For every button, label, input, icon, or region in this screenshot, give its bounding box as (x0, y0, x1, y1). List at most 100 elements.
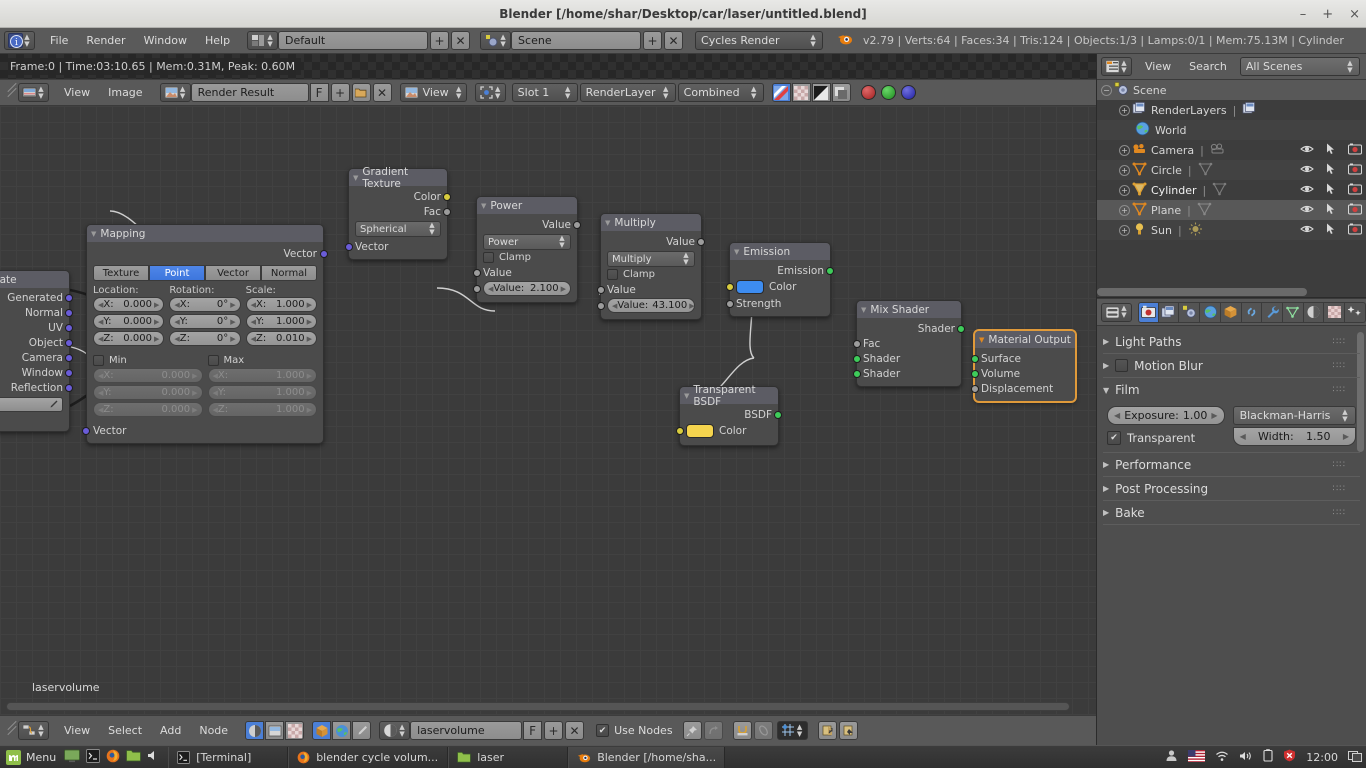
collapse-triangle-icon[interactable]: ▼ (605, 219, 610, 227)
node-mix-shader[interactable]: ▼ Mix Shader Shader Fac Shader Shader (853, 300, 965, 387)
battery-icon[interactable] (1263, 749, 1273, 765)
object-shader-button[interactable] (312, 721, 332, 740)
texture-nodes-button[interactable] (285, 721, 305, 740)
panel-drag-dots[interactable]: ∷∷ (1333, 460, 1346, 470)
socket-object[interactable] (65, 338, 73, 347)
expander-icon[interactable]: + (1119, 164, 1130, 176)
socket-value-in-1[interactable] (473, 268, 481, 277)
node-input-strength[interactable]: Strength (726, 296, 824, 311)
material-browse-selector[interactable]: ▲ ▼ (379, 721, 411, 740)
location-y-field[interactable]: ◀ Y: 0.000 ▶ (93, 314, 165, 329)
node-multiply[interactable]: ▼ Multiply Value Multiply ▲ ▼ Clamp Valu… (597, 213, 705, 320)
rotation-z-field[interactable]: ◀ Z: 0° ▶ (169, 331, 241, 346)
camera-render-icon[interactable] (1348, 223, 1362, 238)
snap-target-selector[interactable]: ▲ ▼ (776, 721, 808, 740)
cursor-arrow-icon[interactable] (1326, 223, 1336, 238)
node-output-vector[interactable]: Vector (93, 245, 328, 263)
terminal-launcher-icon[interactable] (86, 748, 101, 766)
node-input-fac[interactable]: Fac (853, 336, 955, 351)
outliner-horizontal-scrollbar[interactable] (1097, 288, 1307, 296)
volume-icon[interactable] (1239, 750, 1253, 765)
expander-icon[interactable]: + (1119, 104, 1130, 116)
node-input-shader-2[interactable]: Shader (853, 366, 955, 381)
socket-surface-in[interactable] (971, 354, 979, 363)
node-input-surface[interactable]: Surface (971, 351, 1069, 366)
collapse-triangle-icon[interactable]: ▼ (1103, 386, 1109, 395)
screen-layout-selector[interactable]: ▲ ▼ (247, 31, 279, 50)
panel-drag-dots[interactable]: ∷∷ (1333, 385, 1346, 395)
taskbar-item-laser-folder[interactable]: laser (448, 746, 569, 768)
expand-triangle-icon[interactable]: ▶ (1103, 460, 1109, 469)
firefox-icon[interactable] (106, 749, 120, 766)
socket-volume-in[interactable] (971, 369, 979, 378)
collapse-triangle-icon[interactable]: ▼ (734, 248, 739, 256)
emission-color-swatch[interactable] (736, 280, 764, 294)
node-output-value[interactable]: Value (607, 234, 705, 249)
wifi-icon[interactable] (1215, 750, 1229, 765)
outliner-row-sun[interactable]: + Sun | (1097, 220, 1366, 240)
collapse-triangle-icon[interactable]: ▼ (684, 392, 689, 400)
line-style-button[interactable] (352, 721, 372, 740)
node-header[interactable]: ▼ Multiply (601, 214, 701, 231)
max-checkbox-row[interactable]: Max (207, 355, 318, 366)
shader-nodes-button[interactable] (245, 721, 265, 740)
copy-nodes-button[interactable] (817, 721, 837, 740)
add-scene-button[interactable]: + (643, 31, 663, 50)
node-output-normal[interactable]: Normal (0, 305, 73, 320)
power-value-field[interactable]: ◀ Value: 2.100 ▶ (483, 281, 571, 296)
socket-emission-out[interactable] (826, 266, 834, 275)
mapping-type-point[interactable]: Point (149, 265, 205, 281)
node-menu-node[interactable]: Node (190, 722, 237, 739)
panel-drag-dots[interactable]: ∷∷ (1333, 361, 1346, 371)
pin-button[interactable] (682, 721, 702, 740)
node-output-window[interactable]: Window (0, 365, 73, 380)
flag-icon[interactable] (1188, 749, 1206, 765)
panel-drag-dots[interactable]: ∷∷ (1333, 484, 1346, 494)
location-x-field[interactable]: ◀ X: 0.000 ▶ (93, 297, 165, 312)
collapse-triangle-icon[interactable]: ▼ (861, 306, 866, 314)
rotation-y-field[interactable]: ◀ Y: 0° ▶ (169, 314, 241, 329)
image-browse-selector[interactable]: ▲ ▼ (159, 83, 191, 102)
menu-window[interactable]: Window (135, 32, 196, 49)
node-menu-select[interactable]: Select (99, 722, 151, 739)
node-input-value-1[interactable]: Value (473, 265, 571, 280)
taskbar-item-blender[interactable]: Blender [/home/sha... (568, 746, 726, 768)
node-menu-add[interactable]: Add (151, 722, 190, 739)
socket-window[interactable] (65, 368, 73, 377)
socket-camera[interactable] (65, 353, 73, 362)
clamp-checkbox[interactable] (607, 269, 618, 280)
socket-color-in[interactable] (726, 283, 734, 291)
collapse-triangle-icon[interactable]: ▼ (979, 336, 984, 344)
node-output-uv[interactable]: UV (0, 320, 73, 335)
expander-icon[interactable]: + (1119, 144, 1130, 156)
taskbar-item-terminal[interactable]: [Terminal] (168, 746, 289, 768)
node-output-bsdf[interactable]: BSDF (686, 407, 782, 422)
eye-icon[interactable] (1300, 204, 1314, 217)
location-z-field[interactable]: ◀ Z: 0.000 ▶ (93, 331, 165, 346)
start-menu-button[interactable]: Menu (0, 749, 62, 765)
expand-triangle-icon[interactable]: ▶ (1103, 484, 1109, 493)
collapse-triangle-icon[interactable]: ▼ (91, 230, 96, 238)
fake-user-button[interactable]: F (309, 83, 329, 102)
cursor-ar33row-icon[interactable] (1326, 143, 1336, 158)
outliner-row-cylinder[interactable]: + Cylinder | (1097, 180, 1366, 200)
material-name-field[interactable]: laservolume (410, 721, 523, 740)
clamp-checkbox-row[interactable]: Clamp (607, 269, 695, 280)
snap-button[interactable] (732, 721, 752, 740)
outliner-row-circle[interactable]: + Circle | (1097, 160, 1366, 180)
node-editor-type-selector[interactable]: ▲ ▼ (18, 721, 49, 740)
workspace-switcher-icon[interactable] (1348, 750, 1362, 765)
film-filter-type-selector[interactable]: Blackman-Harris ▲ ▼ (1232, 406, 1356, 425)
node-output-object[interactable]: Object (0, 335, 73, 350)
socket-uv[interactable] (65, 323, 73, 332)
properties-tab-render[interactable] (1138, 301, 1159, 323)
expand-triangle-icon[interactable]: ▶ (1103, 361, 1109, 370)
cursor-arrow-icon[interactable] (1326, 203, 1336, 218)
properties-panel-list[interactable]: ▶ Light Paths ∷∷ ▶ Motion Blur ∷∷ ▼ Film… (1097, 326, 1366, 745)
delete-screen-button[interactable]: ✕ (451, 31, 471, 50)
node-mapping[interactable]: ▼ Mapping Vector Texture Point Vector No… (82, 224, 328, 444)
open-image-button[interactable] (351, 83, 371, 102)
node-output-shader[interactable]: Shader (863, 321, 965, 336)
unlink-image-button[interactable]: ✕ (372, 83, 392, 102)
multiply-value-field[interactable]: ◀ Value: 43.100 ▶ (607, 298, 695, 313)
